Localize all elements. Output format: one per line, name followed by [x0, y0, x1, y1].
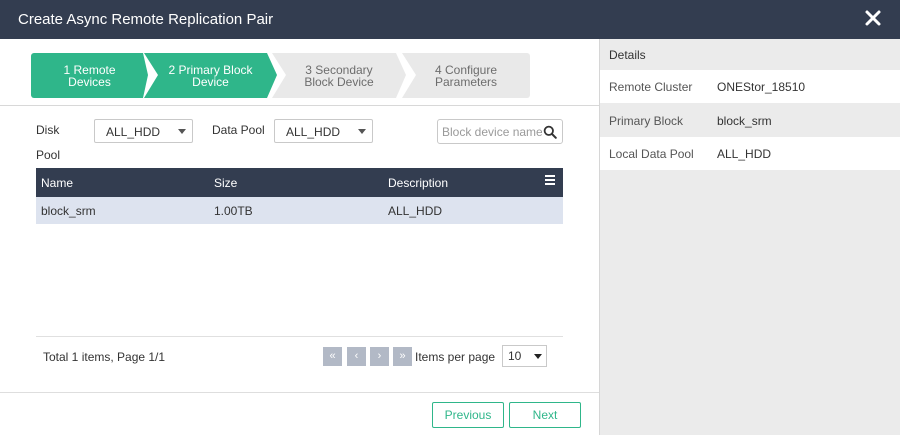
close-icon[interactable] [864, 7, 882, 29]
pagination-divider [36, 336, 563, 337]
table-header: Name Size Description [36, 168, 563, 197]
disk-pool-label-line1: Disk [36, 123, 60, 137]
column-header-name[interactable]: Name [41, 176, 73, 190]
chevron-down-icon [178, 129, 186, 134]
dialog-titlebar: Create Async Remote Replication Pair [0, 0, 900, 39]
footer-divider [0, 392, 599, 393]
details-key: Remote Cluster [609, 80, 693, 94]
details-value: ALL_HDD [717, 147, 772, 161]
block-device-search [437, 119, 563, 144]
wizard-steps: 1 Remote Devices 2 Primary Block Device … [0, 39, 599, 106]
chevron-down-icon [534, 354, 542, 359]
data-pool-value: ALL_HDD [286, 125, 341, 139]
pagination-total: Total 1 items, Page 1/1 [43, 350, 166, 364]
disk-pool-select[interactable]: ALL_HDD [94, 119, 193, 143]
wizard-step-secondary-block-device: 3 Secondary Block Device [272, 53, 406, 98]
wizard-step-label: 3 Secondary Block Device [304, 62, 374, 89]
details-panel: Details Remote Cluster ONEStor_18510 Pri… [600, 39, 900, 435]
prev-page-button[interactable]: ‹ [347, 347, 366, 366]
wizard-step-label: 1 Remote Devices [63, 62, 116, 89]
wizard-step-label: 2 Primary Block Device [168, 62, 253, 89]
cell-size: 1.00TB [214, 204, 253, 218]
details-key: Primary Block [609, 114, 684, 128]
first-page-button[interactable]: « [323, 347, 342, 366]
details-row-local-data-pool: Local Data Pool ALL_HDD [600, 137, 900, 170]
items-per-page-label: Items per page [415, 350, 496, 364]
cell-name: block_srm [41, 204, 96, 218]
wizard-step-primary-block-device[interactable]: 2 Primary Block Device [144, 53, 277, 98]
items-per-page-select[interactable]: 10 [502, 345, 547, 367]
column-header-description[interactable]: Description [388, 176, 448, 190]
details-key: Local Data Pool [609, 147, 694, 161]
wizard-step-remote-devices[interactable]: 1 Remote Devices [31, 53, 148, 98]
last-page-button[interactable]: » [393, 347, 412, 366]
cell-description: ALL_HDD [388, 204, 443, 218]
search-input[interactable] [442, 124, 542, 140]
details-row-primary-block: Primary Block block_srm [600, 104, 900, 137]
data-pool-select[interactable]: ALL_HDD [274, 119, 373, 143]
chevron-down-icon [358, 129, 366, 134]
column-header-size[interactable]: Size [214, 176, 237, 190]
details-value: block_srm [717, 114, 772, 128]
wizard-step-configure-parameters: 4 Configure Parameters [402, 53, 530, 98]
items-per-page-value: 10 [508, 349, 522, 363]
previous-button[interactable]: Previous [432, 402, 504, 428]
wizard-step-label: 4 Configure Parameters [434, 62, 498, 89]
dialog-title: Create Async Remote Replication Pair [18, 11, 274, 28]
details-title: Details [609, 48, 646, 62]
search-icon[interactable] [543, 125, 557, 139]
disk-pool-label-line2: Pool [36, 148, 61, 162]
next-page-button[interactable]: › [370, 347, 389, 366]
main-panel: 1 Remote Devices 2 Primary Block Device … [0, 39, 599, 435]
menu-icon[interactable] [545, 174, 555, 185]
disk-pool-value: ALL_HDD [106, 125, 161, 139]
details-value: ONEStor_18510 [717, 80, 806, 94]
details-row-remote-cluster: Remote Cluster ONEStor_18510 [600, 70, 900, 103]
next-button[interactable]: Next [509, 402, 581, 428]
table-row[interactable]: block_srm 1.00TB ALL_HDD [36, 197, 563, 224]
data-pool-label: Data Pool [212, 123, 265, 137]
